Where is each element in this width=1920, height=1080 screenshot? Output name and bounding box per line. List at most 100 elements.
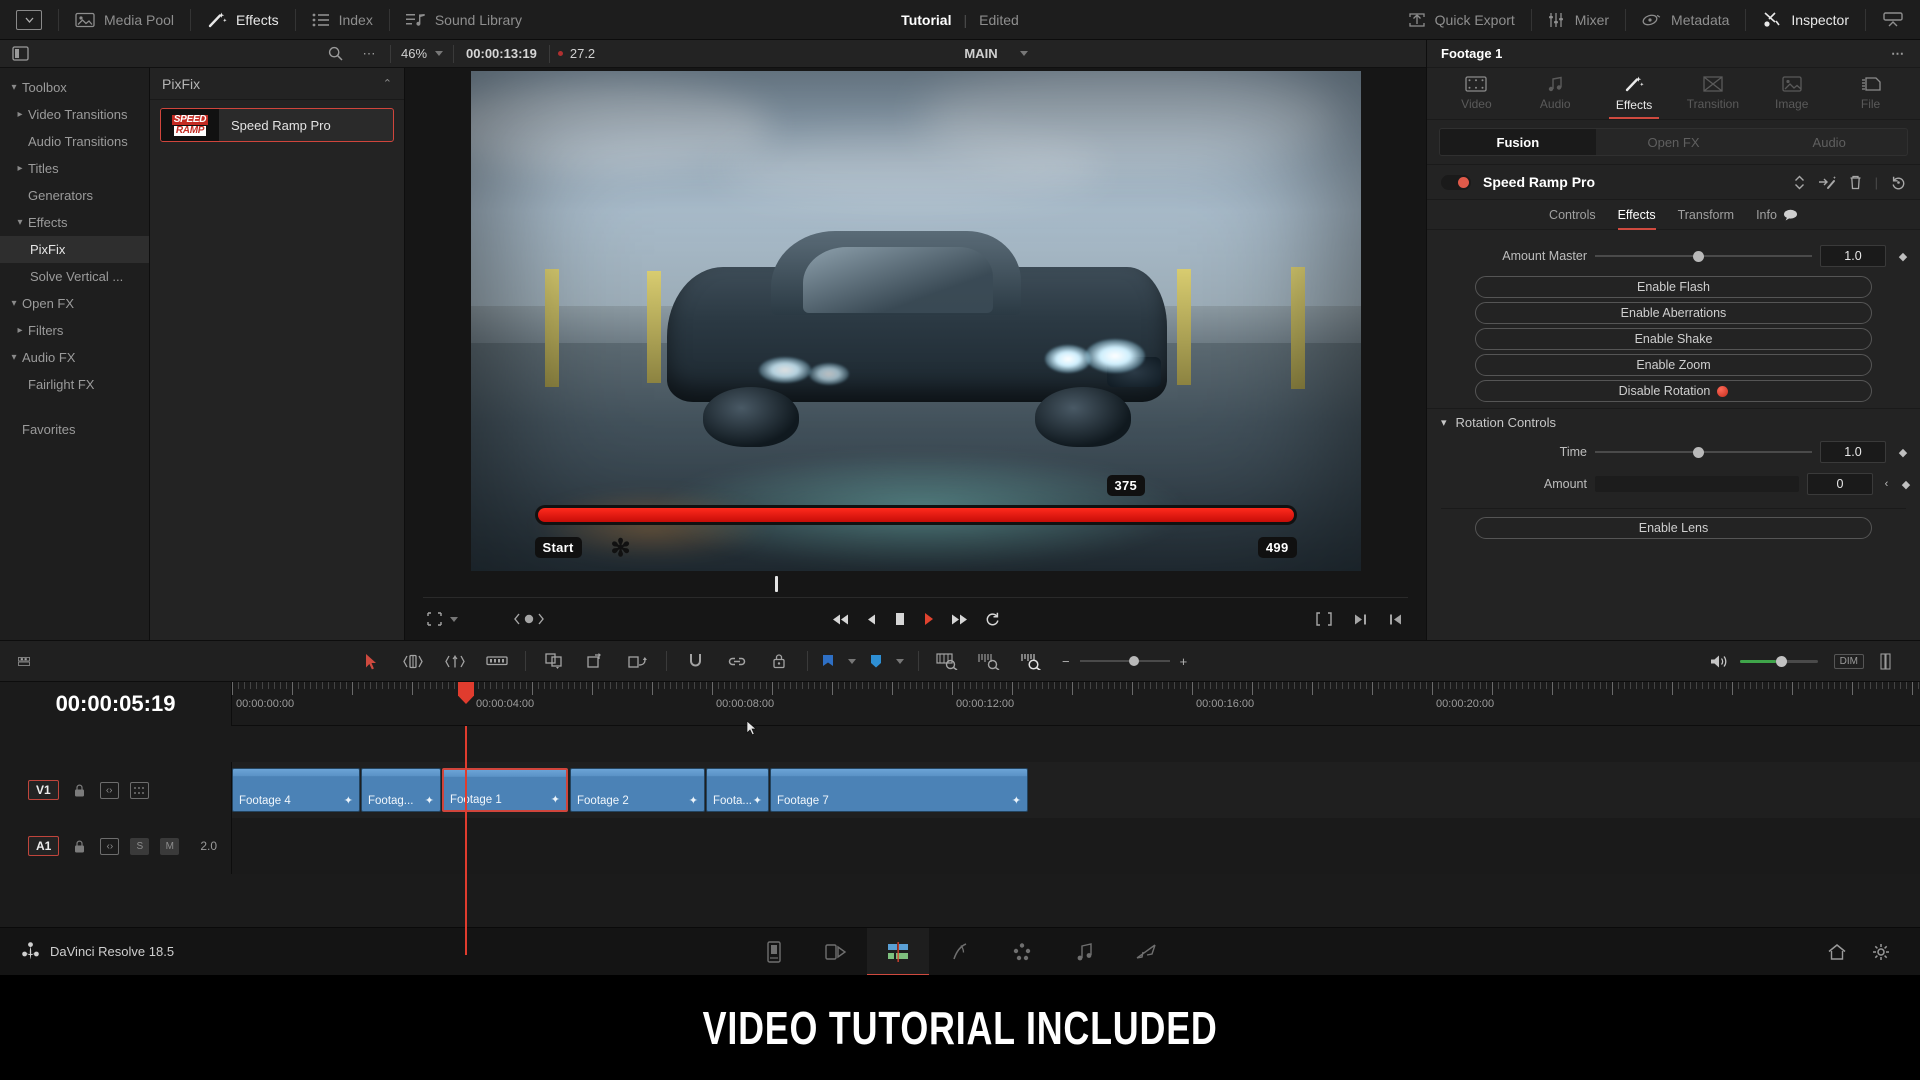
prev-edit-button[interactable] [1389, 613, 1402, 626]
table-row[interactable]: Footage 1 ✦ [442, 768, 568, 812]
replace-clip-button[interactable] [617, 646, 659, 676]
lock-icon[interactable] [70, 838, 89, 855]
frame-mode-icon[interactable] [427, 612, 442, 626]
edit-page-button[interactable] [867, 928, 929, 976]
volume-slider[interactable] [1740, 660, 1818, 663]
tab-video[interactable]: Video [1437, 68, 1516, 119]
table-row[interactable]: Footage 4 ✦ [232, 768, 360, 812]
subtab-info[interactable]: Info [1756, 208, 1777, 222]
rotation-amount-scrubber[interactable] [1595, 476, 1799, 492]
effect-enable-toggle[interactable] [1441, 175, 1471, 190]
marker-dropdown-button[interactable] [889, 646, 911, 676]
cut-page-button[interactable] [805, 928, 867, 976]
sound-library-button[interactable]: Sound Library [390, 0, 538, 39]
zoom-in-button[interactable]: + [1180, 654, 1188, 669]
zoom-out-button[interactable]: − [1062, 654, 1070, 669]
lock-icon[interactable] [70, 782, 89, 799]
sidebar-item-favorites[interactable]: Favorites [0, 416, 149, 443]
more-options-icon[interactable]: ⋯ [352, 40, 386, 68]
sidebar-item-video-transitions[interactable]: ▸ Video Transitions [0, 101, 149, 128]
reorder-icon[interactable] [1794, 175, 1805, 190]
rotation-amount-value[interactable]: 0 [1807, 473, 1873, 495]
sidebar-item-audio-transitions[interactable]: Audio Transitions [0, 128, 149, 155]
sidebar-item-fairlight-fx[interactable]: Fairlight FX [0, 371, 149, 398]
fit-screen-button[interactable] [1316, 612, 1332, 626]
enable-aberrations-button[interactable]: Enable Aberrations [1475, 302, 1872, 324]
panel-toggle-button[interactable] [0, 0, 58, 39]
chevron-down-icon[interactable] [450, 617, 458, 622]
timeline-view-button[interactable] [0, 653, 30, 670]
play-button[interactable] [923, 612, 934, 626]
fusion-page-button[interactable] [929, 928, 991, 976]
sidebar-item-titles[interactable]: ▸ Titles [0, 155, 149, 182]
flag-color-button[interactable] [815, 646, 841, 676]
zoom-slider-knob[interactable] [1129, 656, 1139, 666]
media-page-button[interactable] [743, 928, 805, 976]
in-out-icon[interactable] [512, 612, 546, 626]
inspector-button[interactable]: Inspector [1746, 0, 1865, 39]
amount-master-value[interactable]: 1.0 [1820, 245, 1886, 267]
loop-button[interactable] [985, 612, 1000, 627]
tab-transition[interactable]: Transition [1673, 68, 1752, 119]
jump-to-start-button[interactable] [832, 613, 849, 626]
viewer-zoom-dropdown[interactable]: 46% [391, 46, 453, 61]
enable-lens-button[interactable]: Enable Lens [1475, 517, 1872, 539]
track-v1-clips[interactable]: Footage 4 ✦ Footag... ✦ Footage 1 ✦ Foot… [232, 762, 1920, 818]
panel-layout-button[interactable] [0, 40, 40, 68]
timeline-playhead[interactable] [465, 726, 467, 955]
razor-tool[interactable] [476, 646, 518, 676]
custom-zoom-button[interactable] [1010, 646, 1052, 676]
step-forward-button[interactable] [951, 613, 968, 626]
trim-edit-tool[interactable] [392, 646, 434, 676]
viewer-scrubber[interactable] [423, 574, 1408, 598]
segment-audio[interactable]: Audio [1751, 129, 1907, 155]
marker-color-button[interactable] [863, 646, 889, 676]
table-row[interactable]: Footage 7 ✦ [770, 768, 1028, 812]
video-enable-icon[interactable] [130, 782, 149, 799]
disable-rotation-button[interactable]: Disable Rotation [1475, 380, 1872, 402]
stop-button[interactable] [894, 612, 906, 626]
enable-shake-button[interactable]: Enable Shake [1475, 328, 1872, 350]
next-edit-button[interactable] [1354, 613, 1367, 626]
linked-selection-button[interactable] [716, 646, 758, 676]
apply-icon[interactable] [1818, 175, 1836, 190]
search-icon[interactable] [318, 40, 352, 68]
flag-dropdown-button[interactable] [841, 646, 863, 676]
mute-button[interactable]: M [160, 838, 179, 855]
quick-export-button[interactable]: Quick Export [1392, 0, 1531, 39]
table-row[interactable]: Footage 2 ✦ [570, 768, 705, 812]
track-a1-clips[interactable] [232, 818, 1920, 874]
track-id-badge[interactable]: V1 [28, 780, 59, 800]
sidebar-item-filters[interactable]: ▸ Filters [0, 317, 149, 344]
overlay-progress-bar[interactable] [535, 505, 1297, 525]
project-settings-icon[interactable] [1872, 943, 1890, 961]
zoom-slider[interactable] [1080, 660, 1170, 662]
snapping-button[interactable] [674, 646, 716, 676]
step-back-button[interactable] [866, 613, 877, 626]
track-id-badge[interactable]: A1 [28, 836, 59, 856]
reset-icon[interactable] [1891, 175, 1906, 190]
tab-file[interactable]: File [1831, 68, 1910, 119]
segment-fusion[interactable]: Fusion [1440, 129, 1596, 155]
sidebar-item-solve-vertical[interactable]: Solve Vertical ... [0, 263, 149, 290]
subtab-controls[interactable]: Controls [1549, 208, 1596, 222]
detail-zoom-button[interactable] [968, 646, 1010, 676]
metadata-button[interactable]: Metadata [1626, 0, 1745, 39]
rotation-time-slider[interactable] [1595, 442, 1812, 462]
table-row[interactable]: Foota... ✦ [706, 768, 769, 812]
slider-knob[interactable] [1693, 447, 1704, 458]
subtab-transform[interactable]: Transform [1678, 208, 1735, 222]
subtab-effects[interactable]: Effects [1618, 208, 1656, 222]
dynamic-trim-tool[interactable] [434, 646, 476, 676]
chevron-up-icon[interactable]: ⌃ [383, 77, 392, 90]
color-page-button[interactable] [991, 928, 1053, 976]
video-preview[interactable]: 375 Start ✻ 499 [471, 71, 1361, 571]
slider-knob[interactable] [1693, 251, 1704, 262]
keyframe-icon[interactable]: ◆ [1900, 478, 1912, 491]
fairlight-page-button[interactable] [1053, 928, 1115, 976]
deliver-page-button[interactable] [1115, 928, 1177, 976]
dim-audio-button[interactable]: DIM [1834, 654, 1864, 669]
sidebar-item-open-fx[interactable]: ▾ Open FX [0, 290, 149, 317]
sidebar-item-generators[interactable]: Generators [0, 182, 149, 209]
amount-master-slider[interactable] [1595, 246, 1812, 266]
